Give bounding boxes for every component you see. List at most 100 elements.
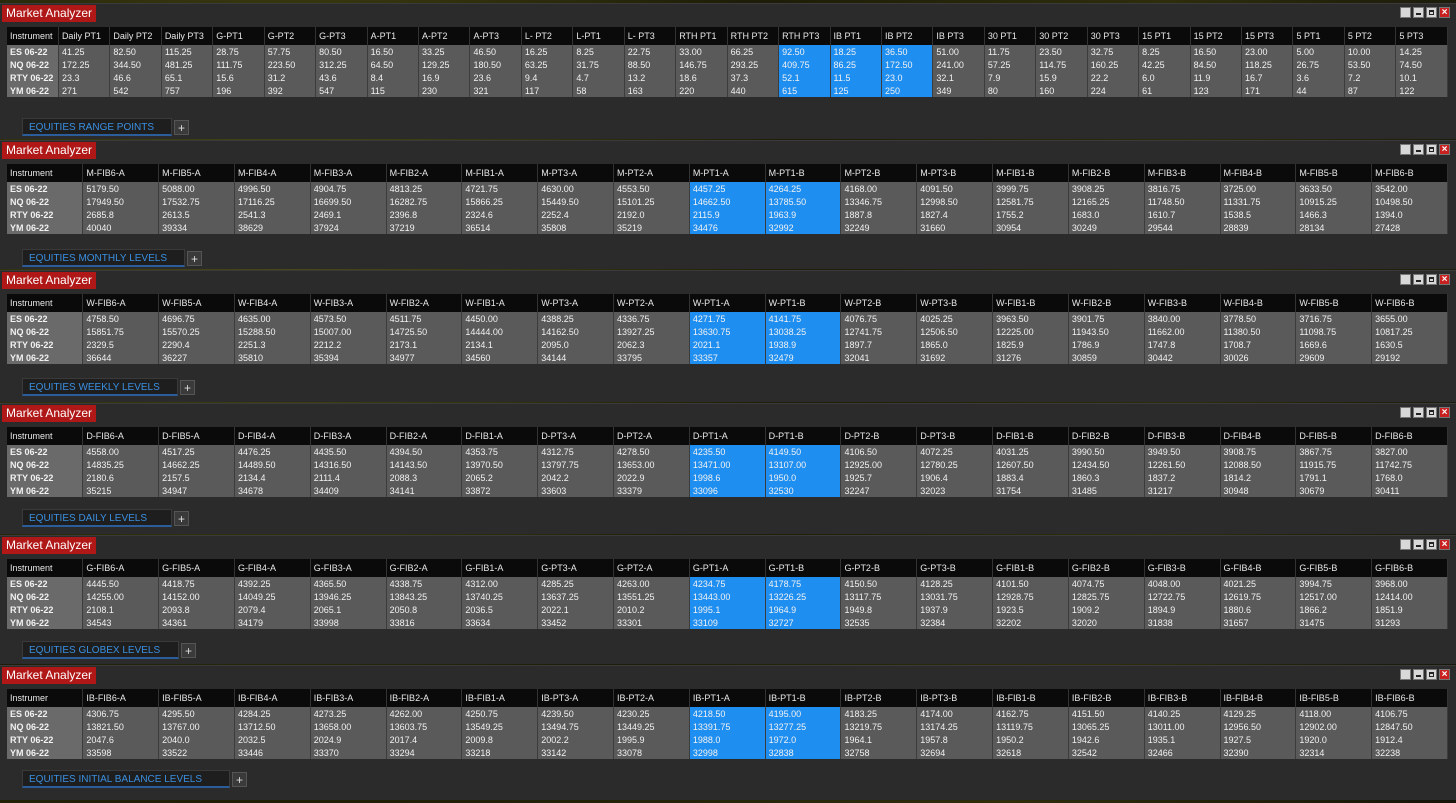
level-cell[interactable]: 2062.3 (613, 338, 690, 351)
level-cell[interactable]: 224 (1087, 84, 1140, 97)
level-cell[interactable]: 16.50 (1190, 45, 1243, 58)
maximize-button[interactable] (1426, 7, 1437, 18)
level-cell[interactable]: 32238 (1371, 746, 1448, 759)
level-cell[interactable]: 1995.9 (613, 733, 690, 746)
level-cell[interactable]: 13031.75 (916, 590, 994, 603)
level-cell[interactable]: 32727 (765, 616, 842, 629)
column-header[interactable]: M-FIB2-A (386, 164, 463, 182)
level-cell[interactable]: 31276 (992, 351, 1069, 364)
level-cell[interactable]: 36644 (82, 351, 160, 364)
level-cell[interactable]: 2050.8 (386, 603, 463, 616)
level-cell[interactable]: 10915.25 (1295, 195, 1373, 208)
instrument-cell[interactable]: YM 06-22 (7, 616, 84, 629)
level-cell[interactable]: 4183.25 (840, 707, 918, 720)
level-cell[interactable]: 15.6 (212, 71, 265, 84)
instrument-cell[interactable]: YM 06-22 (7, 84, 59, 97)
analyzer-tab[interactable]: EQUITIES INITIAL BALANCE LEVELS (22, 770, 230, 788)
column-header[interactable]: W-FIB6-B (1371, 294, 1448, 312)
level-cell[interactable]: 146.75 (675, 58, 728, 71)
level-cell[interactable]: 32992 (765, 221, 842, 234)
close-button[interactable]: × (1439, 144, 1450, 155)
level-cell[interactable]: 1909.2 (1068, 603, 1145, 616)
level-cell[interactable]: 33998 (310, 616, 387, 629)
level-cell[interactable]: 1988.0 (689, 733, 766, 746)
level-cell[interactable]: 1995.1 (689, 603, 766, 616)
level-cell[interactable]: 2093.8 (158, 603, 235, 616)
level-cell[interactable]: 4392.25 (234, 577, 311, 590)
level-cell[interactable]: 13549.25 (461, 720, 539, 733)
level-cell[interactable]: 13712.50 (234, 720, 311, 733)
level-cell[interactable]: 542 (109, 84, 162, 97)
level-cell[interactable]: 3949.50 (1144, 445, 1221, 458)
level-cell[interactable]: 16.50 (367, 45, 420, 58)
level-cell[interactable]: 13653.00 (613, 458, 690, 471)
level-cell[interactable]: 1791.1 (1295, 471, 1373, 484)
column-header[interactable]: IB-PT2-A (613, 689, 690, 707)
level-cell[interactable]: 250 (881, 84, 934, 97)
level-cell[interactable]: 4074.75 (1068, 577, 1145, 590)
level-cell[interactable]: 14444.00 (461, 325, 539, 338)
minimize-button[interactable] (1413, 144, 1424, 155)
column-header[interactable]: G-PT1-B (765, 559, 842, 577)
level-cell[interactable]: 33452 (537, 616, 614, 629)
level-cell[interactable]: 40040 (82, 221, 160, 234)
level-cell[interactable]: 30026 (1220, 351, 1297, 364)
level-cell[interactable]: 11748.50 (1144, 195, 1221, 208)
table-row[interactable]: YM 06-22 35215 34947 34678 34409 34141 33872 33… (7, 484, 1448, 497)
level-cell[interactable]: 31293 (1371, 616, 1448, 629)
level-cell[interactable]: 8.25 (1138, 45, 1191, 58)
column-header[interactable]: IB-FIB2-A (386, 689, 463, 707)
level-cell[interactable]: 31660 (916, 221, 994, 234)
column-header[interactable]: M-PT2-A (613, 164, 690, 182)
level-cell[interactable]: 84.50 (1190, 58, 1243, 71)
level-cell[interactable]: 172.25 (58, 58, 111, 71)
level-cell[interactable]: 11.75 (984, 45, 1037, 58)
level-cell[interactable]: 31657 (1220, 616, 1297, 629)
instrument-cell[interactable]: ES 06-22 (7, 312, 84, 325)
level-cell[interactable]: 9.4 (521, 71, 574, 84)
column-header[interactable]: IB-FIB1-A (461, 689, 539, 707)
level-cell[interactable]: 1394.0 (1371, 208, 1448, 221)
level-cell[interactable]: 12581.75 (992, 195, 1069, 208)
column-header[interactable]: IB PT2 (881, 27, 934, 45)
instrument-cell[interactable]: NQ 06-22 (7, 590, 84, 603)
level-cell[interactable]: 4511.75 (386, 312, 463, 325)
level-cell[interactable]: 32694 (916, 746, 994, 759)
level-cell[interactable]: 12847.50 (1371, 720, 1448, 733)
level-cell[interactable]: 23.50 (1035, 45, 1088, 58)
level-cell[interactable]: 3542.00 (1371, 182, 1448, 195)
level-cell[interactable]: 171 (1241, 84, 1294, 97)
level-cell[interactable]: 1938.9 (765, 338, 842, 351)
level-cell[interactable]: 31.75 (572, 58, 625, 71)
level-cell[interactable]: 321 (469, 84, 522, 97)
level-cell[interactable]: 32838 (765, 746, 842, 759)
level-cell[interactable]: 33795 (613, 351, 690, 364)
level-cell[interactable]: 2022.1 (537, 603, 614, 616)
level-cell[interactable]: 3908.75 (1220, 445, 1297, 458)
column-header[interactable]: W-FIB6-A (82, 294, 160, 312)
level-cell[interactable]: 125 (830, 84, 882, 97)
column-header[interactable]: M-FIB4-A (234, 164, 311, 182)
level-cell[interactable]: 32535 (840, 616, 918, 629)
instrument-cell[interactable]: NQ 06-22 (7, 720, 84, 733)
level-cell[interactable]: 13.2 (624, 71, 677, 84)
level-cell[interactable]: 2047.6 (82, 733, 160, 746)
level-cell[interactable]: 13637.25 (537, 590, 614, 603)
level-cell[interactable]: 13658.00 (310, 720, 387, 733)
level-cell[interactable]: 4106.50 (840, 445, 918, 458)
level-cell[interactable]: 86.25 (830, 58, 882, 71)
level-cell[interactable]: 4278.50 (613, 445, 690, 458)
level-cell[interactable]: 3655.00 (1371, 312, 1448, 325)
level-cell[interactable]: 30954 (992, 221, 1069, 234)
level-cell[interactable]: 2613.5 (158, 208, 235, 221)
add-tab-button[interactable]: + (180, 379, 195, 395)
column-header[interactable]: IB-FIB6-A (82, 689, 160, 707)
level-cell[interactable]: 14725.50 (386, 325, 463, 338)
level-cell[interactable]: 2157.5 (158, 471, 235, 484)
level-cell[interactable]: 32.75 (1087, 45, 1140, 58)
level-cell[interactable]: 4149.50 (765, 445, 842, 458)
level-cell[interactable]: 35808 (537, 221, 614, 234)
column-header[interactable]: L- PT3 (624, 27, 677, 45)
level-cell[interactable]: 4306.75 (82, 707, 160, 720)
level-cell[interactable]: 12414.00 (1371, 590, 1448, 603)
